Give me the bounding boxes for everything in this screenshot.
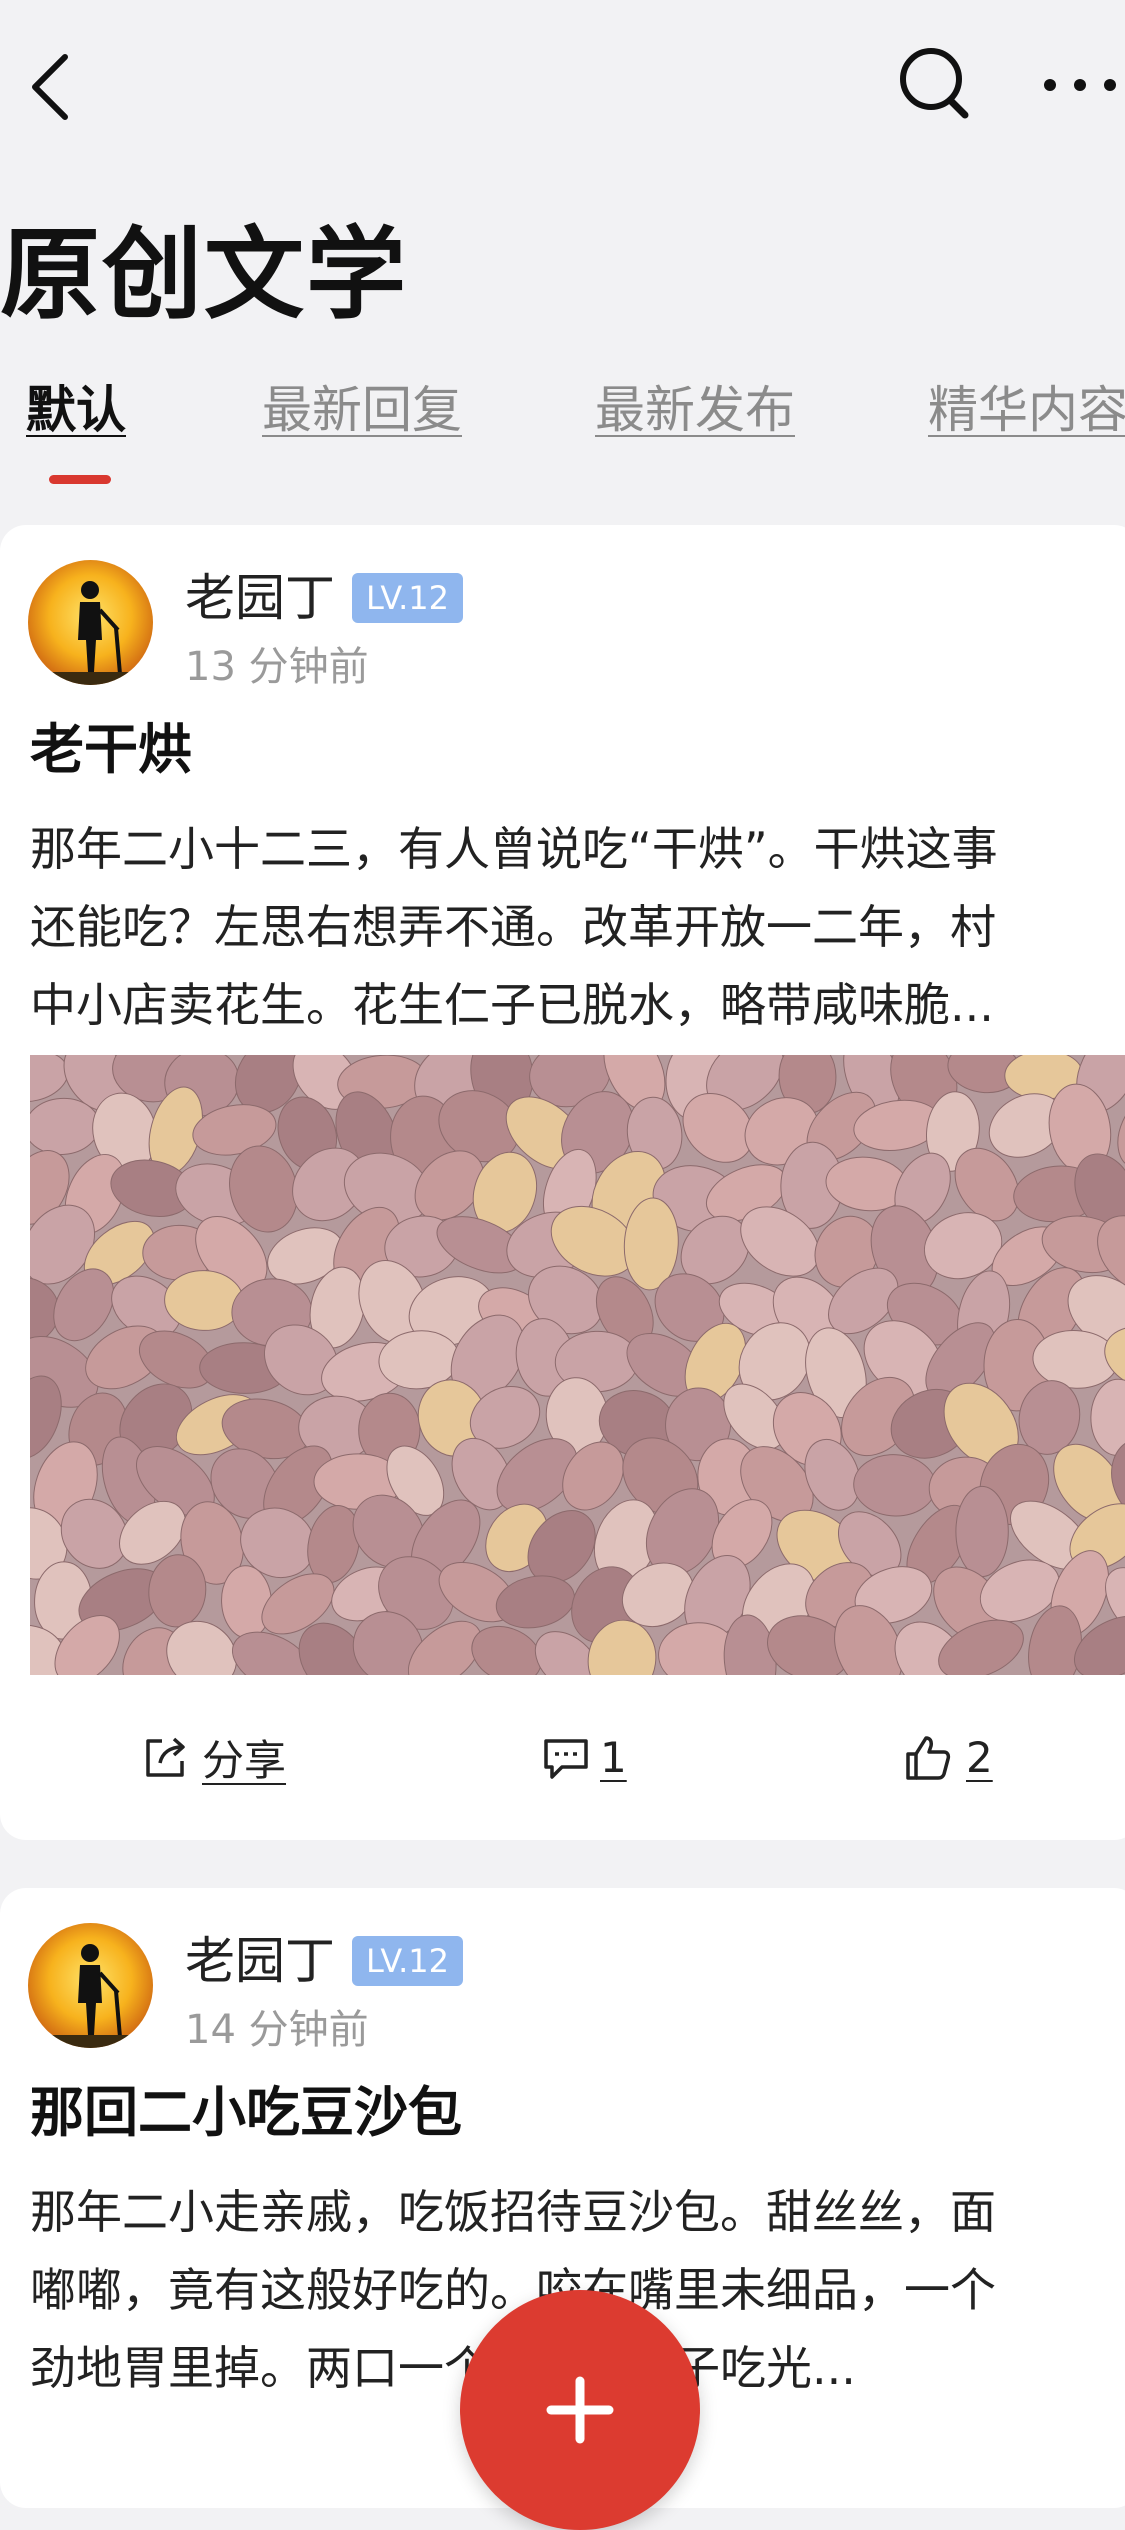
- post-time: 13 分钟前: [185, 644, 369, 690]
- author-name[interactable]: 老园丁: [185, 563, 335, 633]
- level-badge: LV.12: [352, 573, 463, 623]
- excerpt-line: 中小店卖花生。花生仁子已脱水，略带咸味脆...: [30, 978, 994, 1032]
- like-button[interactable]: 2: [902, 1720, 993, 1795]
- comment-button[interactable]: 1: [540, 1720, 627, 1795]
- more-button[interactable]: [1035, 45, 1125, 125]
- search-icon: [900, 48, 969, 119]
- chevron-left-icon: [32, 54, 68, 120]
- share-label: 分享: [202, 1736, 287, 1785]
- comment-count: 1: [600, 1733, 627, 1782]
- avatar[interactable]: [28, 560, 153, 685]
- level-badge: LV.12: [352, 1936, 463, 1986]
- post-card[interactable]: 老园丁 LV.12 13 分钟前 老干烘 那年二小十二三，有人曾说吃“干烘”。干…: [0, 525, 1125, 1840]
- tab-default[interactable]: 默认: [26, 375, 126, 445]
- top-bar: [0, 0, 1125, 175]
- gardener-avatar-icon: [28, 560, 153, 685]
- comment-icon: [544, 1738, 588, 1779]
- post-image[interactable]: [30, 1055, 1125, 1675]
- back-button[interactable]: [10, 42, 90, 132]
- more-horizontal-icon: [1044, 79, 1116, 91]
- tab-latest-post[interactable]: 最新发布: [595, 375, 795, 445]
- peanuts-photo: [30, 1055, 1125, 1675]
- like-count: 2: [966, 1733, 993, 1782]
- post-excerpt[interactable]: 那年二小十二三，有人曾说吃“干烘”。干烘这事 还能吃？左思右想弄不通。改革开放一…: [30, 810, 1125, 1044]
- new-post-button[interactable]: [460, 2290, 700, 2530]
- excerpt-line: 还能吃？左思右想弄不通。改革开放一二年，村: [30, 900, 996, 954]
- page-title: 原创文学: [0, 216, 408, 333]
- author-name[interactable]: 老园丁: [185, 1926, 335, 1996]
- tab-bar: 默认 最新回复 最新发布 精华内容: [0, 375, 1125, 485]
- excerpt-line: 那年二小走亲戚，吃饭招待豆沙包。甜丝丝，面: [30, 2185, 996, 2239]
- gardener-avatar-icon: [28, 1923, 153, 2048]
- thumbs-up-icon: [906, 1735, 951, 1780]
- post-time: 14 分钟前: [185, 2007, 369, 2053]
- share-icon: [146, 1737, 185, 1777]
- plus-icon: [546, 2376, 614, 2444]
- tab-latest-reply[interactable]: 最新回复: [262, 375, 462, 445]
- share-button[interactable]: 分享: [140, 1720, 286, 1795]
- post-title[interactable]: 那回二小吃豆沙包: [30, 2073, 462, 2153]
- tab-featured[interactable]: 精华内容: [928, 375, 1125, 445]
- excerpt-line: 那年二小十二三，有人曾说吃“干烘”。干烘这事: [30, 822, 998, 876]
- avatar[interactable]: [28, 1923, 153, 2048]
- post-title[interactable]: 老干烘: [30, 710, 192, 790]
- active-tab-indicator: [49, 475, 111, 484]
- post-actions: 分享 1 2: [0, 1720, 1125, 1795]
- search-button[interactable]: [890, 38, 980, 128]
